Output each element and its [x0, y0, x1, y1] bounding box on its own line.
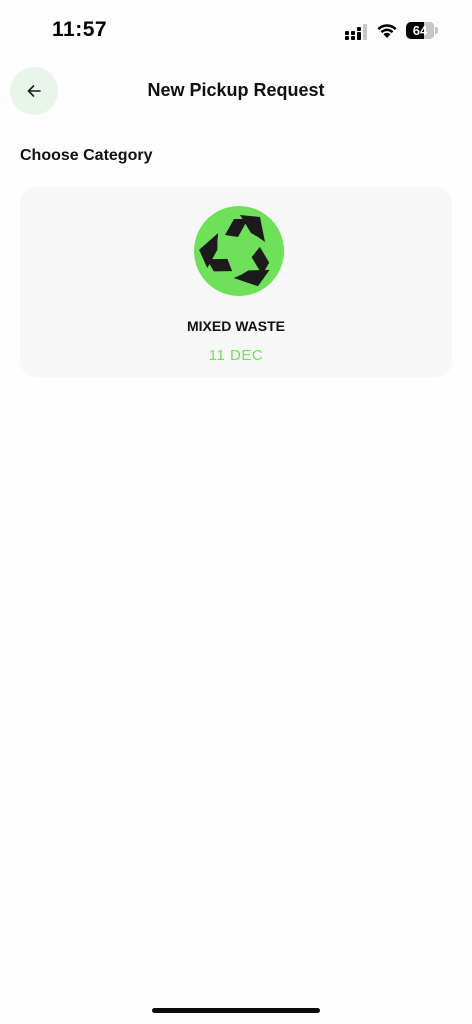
battery-icon: 64 [406, 22, 438, 40]
cellular-signal-icon [345, 24, 367, 40]
recycle-icon [194, 206, 284, 296]
home-indicator[interactable] [152, 1008, 320, 1013]
status-bar: 11:57 64 [0, 0, 472, 60]
section-title: Choose Category [20, 147, 153, 164]
page-title: New Pickup Request [147, 80, 325, 100]
wifi-icon [377, 24, 397, 38]
battery-level: 64 [412, 23, 428, 38]
category-name: MIXED WASTE [186, 318, 285, 334]
category-card-mixed-waste[interactable]: MIXED WASTE 11 DEC [20, 187, 452, 377]
status-time: 11:57 [52, 18, 108, 41]
category-date: 11 DEC [208, 347, 264, 364]
